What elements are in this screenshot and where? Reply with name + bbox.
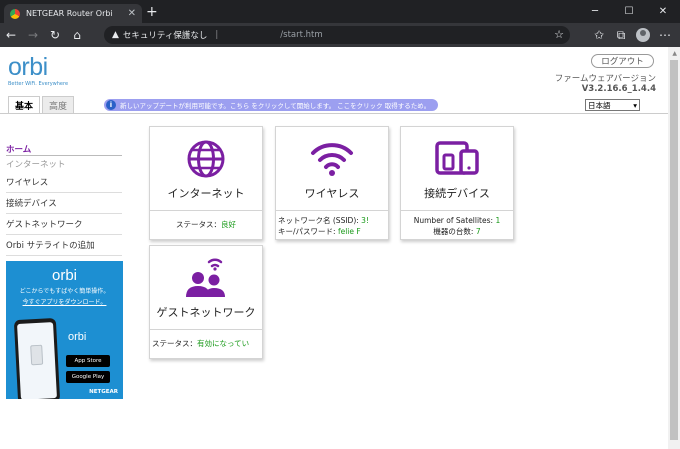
promo-download-link[interactable]: 今すぐアプリをダウンロード。: [6, 297, 123, 306]
google-play-badge[interactable]: Google Play: [66, 371, 110, 383]
update-notice[interactable]: i 新しいアップデートが利用可能です。こちら をクリックして開始します。 ここを…: [104, 99, 438, 111]
wireless-card-title: ワイヤレス: [304, 187, 360, 200]
orbi-logo: orbi Better WiFi. Everywhere: [8, 53, 69, 88]
window-controls: ─ ☐ ✕: [578, 0, 680, 23]
internet-card[interactable]: インターネット ステータス：良好: [149, 126, 263, 240]
sidebar-item-connected-devices[interactable]: 接続デバイス: [6, 193, 122, 214]
phone-image: [13, 317, 61, 399]
address-separator: |: [215, 30, 219, 40]
language-select[interactable]: 日本語 ▾: [585, 99, 640, 111]
close-window-icon[interactable]: ✕: [646, 0, 680, 23]
device-count-value: 7: [475, 227, 481, 236]
promo-text: どこからでもすばやく簡単操作。: [19, 288, 110, 295]
netgear-favicon-icon: [10, 8, 20, 19]
language-selected: 日本語: [588, 100, 611, 110]
phone-screen: [17, 322, 57, 399]
reload-icon[interactable]: ↻: [44, 24, 66, 46]
new-tab-button[interactable]: +: [146, 5, 158, 19]
satellites-value: 1: [495, 216, 501, 225]
guest-status-value: 有効になってい: [197, 339, 250, 348]
favorites-icon[interactable]: ✩: [588, 24, 610, 46]
promo-app-logo: orbi: [68, 331, 87, 343]
browser-tab[interactable]: NETGEAR Router Orbi ✕: [4, 4, 142, 23]
wifi-icon: [276, 141, 388, 177]
info-icon: i: [106, 100, 116, 110]
netgear-brand: NETGEAR: [89, 389, 118, 395]
maximize-icon[interactable]: ☐: [612, 0, 646, 23]
firmware-version: V3.2.16.6_1.4.4: [581, 84, 656, 94]
sidebar-item-wireless[interactable]: ワイヤレス: [6, 172, 122, 193]
browser-tab-title: NETGEAR Router Orbi: [26, 9, 113, 18]
logout-button[interactable]: ログアウト: [591, 54, 654, 68]
guest-card-title: ゲストネットワーク: [156, 306, 256, 319]
main-tabs: 基本 高度: [8, 96, 76, 114]
collections-icon[interactable]: ⧉: [610, 24, 632, 46]
sidebar-item-home[interactable]: ホーム: [6, 142, 122, 156]
page-content: orbi Better WiFi. Everywhere ログアウト ファームウ…: [0, 47, 668, 449]
more-menu-icon[interactable]: ⋯: [654, 24, 676, 46]
sidebar-item-internet[interactable]: インターネット: [6, 156, 122, 172]
orbi-tagline: Better WiFi. Everywhere: [8, 81, 69, 87]
sidebar-item-guest-network[interactable]: ゲストネットワーク: [6, 214, 122, 235]
profile-avatar-button[interactable]: [632, 24, 654, 46]
scroll-up-arrow-icon[interactable]: ▲: [672, 50, 677, 57]
address-bar[interactable]: ▲ セキュリティ保護なし | /start.htm ☆: [104, 26, 570, 44]
device-count-label: 機器の台数:: [433, 227, 474, 236]
home-icon[interactable]: ⌂: [66, 24, 88, 46]
orbi-device-icon: [30, 344, 44, 366]
devices-icon: [401, 141, 513, 175]
toolbar-right-group: ✩ ⧉ ⋯: [588, 24, 676, 46]
security-warning-text: セキュリティ保護なし: [122, 31, 208, 41]
app-store-badge[interactable]: App Store: [66, 355, 110, 367]
password-label: キー/パスワード:: [278, 227, 336, 236]
app-promo-banner[interactable]: orbi どこからでもすばやく簡単操作。 今すぐアプリをダウンロード。 orbi…: [6, 261, 123, 399]
internet-status-value: 良好: [221, 220, 236, 229]
forward-arrow-icon[interactable]: →: [22, 24, 44, 46]
back-arrow-icon[interactable]: ←: [0, 24, 22, 46]
guest-network-card[interactable]: ゲストネットワーク ステータス：有効になってい: [149, 245, 263, 359]
chevron-down-icon: ▾: [633, 100, 637, 110]
connected-devices-card[interactable]: 接続デバイス Number of Satellites: 1 機器の台数: 7: [400, 126, 514, 240]
warning-icon: ▲: [112, 30, 119, 40]
avatar-icon: [636, 28, 650, 42]
address-url: /start.htm: [280, 30, 323, 40]
devices-card-title: 接続デバイス: [424, 187, 490, 200]
tab-basic[interactable]: 基本: [8, 96, 41, 114]
browser-tab-bar: NETGEAR Router Orbi ✕ + ─ ☐ ✕: [0, 0, 680, 23]
sidebar-item-add-satellite[interactable]: Orbi サテライトの追加: [6, 235, 122, 256]
wireless-card[interactable]: ワイヤレス ネットワーク名 (SSID): 3! キー/パスワード: felie…: [275, 126, 389, 240]
guest-users-icon: [150, 256, 262, 298]
guest-status-label: ステータス：: [152, 339, 197, 348]
scrollbar-thumb[interactable]: [670, 60, 678, 440]
bookmark-star-icon[interactable]: ☆: [554, 28, 564, 41]
satellites-label: Number of Satellites:: [413, 216, 494, 225]
promo-orbi-logo: orbi: [51, 267, 77, 284]
tab-divider: [0, 113, 668, 114]
minimize-icon[interactable]: ─: [578, 0, 612, 23]
internet-status-label: ステータス：: [176, 220, 221, 229]
internet-card-title: インターネット: [167, 187, 245, 200]
sidebar-nav: ホーム インターネット ワイヤレス 接続デバイス ゲストネットワーク Orbi …: [6, 142, 122, 256]
firmware-label: ファームウェアバージョン: [554, 74, 656, 84]
tab-advanced[interactable]: 高度: [42, 96, 75, 114]
orbi-logo-text: orbi: [8, 53, 48, 81]
ssid-value: 3!: [361, 216, 369, 225]
globe-icon: [150, 139, 262, 179]
ssid-label: ネットワーク名 (SSID):: [278, 216, 359, 225]
password-value: felie F: [337, 227, 361, 236]
close-tab-icon[interactable]: ✕: [128, 8, 136, 19]
update-notice-text: 新しいアップデートが利用可能です。こちら をクリックして開始します。 ここをクリ…: [120, 102, 431, 110]
